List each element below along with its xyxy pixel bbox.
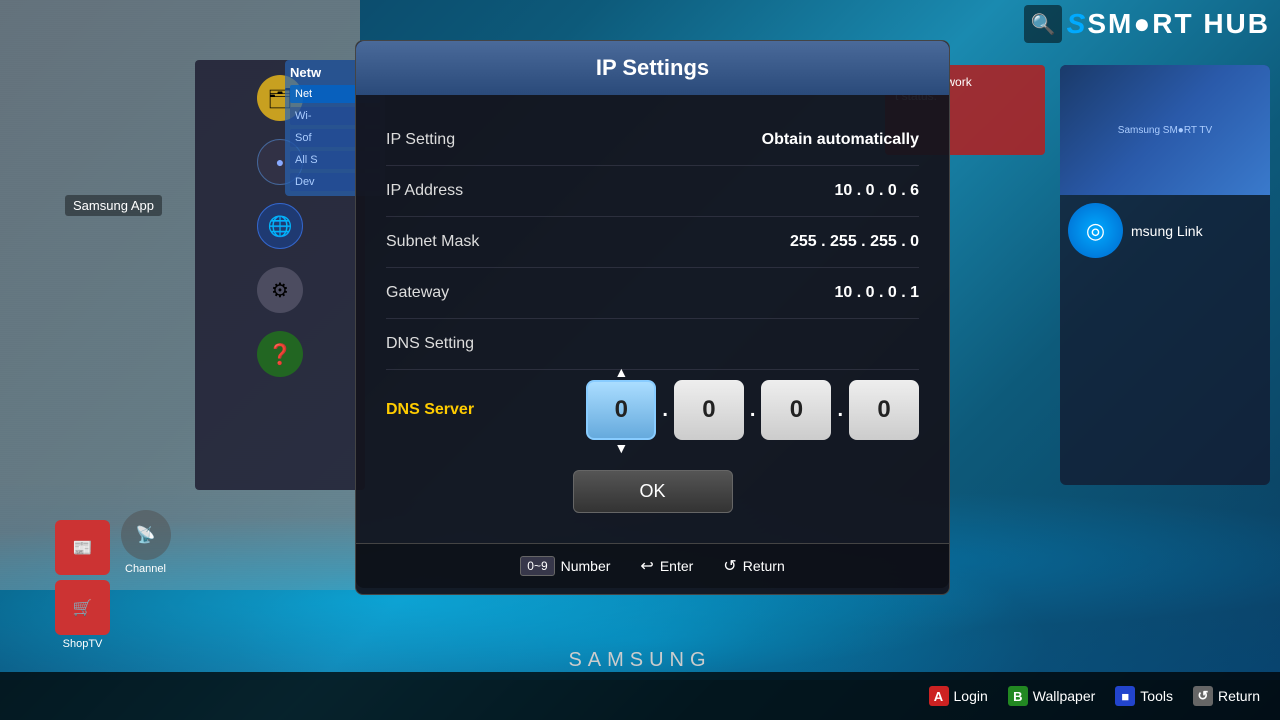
subnet-mask-row: Subnet Mask 255 . 255 . 255 . 0 xyxy=(386,217,919,268)
ok-button[interactable]: OK xyxy=(573,470,733,513)
subnet-mask-label: Subnet Mask xyxy=(386,233,479,251)
channel-app[interactable]: 📡 Channel xyxy=(118,510,173,575)
footer-enter: ↩ Enter xyxy=(640,556,693,576)
gateway-row: Gateway 10 . 0 . 0 . 1 xyxy=(386,268,919,319)
dns-dot-3: . xyxy=(837,399,843,422)
taskbar-tools[interactable]: ■ Tools xyxy=(1115,686,1173,706)
dns-arrow-down[interactable]: ▼ xyxy=(614,440,628,456)
samsung-apps-label: Samsung App xyxy=(65,195,162,216)
dns-inputs: ▲ 0 ▼ . 0 . 0 . 0 xyxy=(586,380,919,440)
modal-footer: 0~9 Number ↩ Enter ↺ Return xyxy=(356,543,949,588)
modal-title: IP Settings xyxy=(376,55,929,81)
sidebar-icon-help[interactable]: ❓ xyxy=(257,331,303,377)
shoptv-label: ShopTV xyxy=(63,638,103,650)
gateway-label: Gateway xyxy=(386,284,449,302)
samsung-brand: SAMSUNG xyxy=(568,649,711,672)
login-badge: A xyxy=(929,686,949,706)
samsung-link-label: msung Link xyxy=(1131,223,1203,239)
news-icon: 📰 xyxy=(55,520,110,575)
modal-header: IP Settings xyxy=(356,41,949,95)
wallpaper-label: Wallpaper xyxy=(1033,688,1096,704)
ip-address-label: IP Address xyxy=(386,182,463,200)
footer-number: 0~9 Number xyxy=(520,556,610,576)
enter-label: Enter xyxy=(660,558,693,574)
login-label: Login xyxy=(954,688,988,704)
dns-server-row: DNS Server ▲ 0 ▼ . 0 . 0 . 0 xyxy=(386,370,919,450)
app-row-1: 📰 📡 Channel xyxy=(55,510,173,575)
modal-body: IP Setting Obtain automatically IP Addre… xyxy=(356,95,949,533)
sidebar-icon-globe[interactable]: 🌐 xyxy=(257,203,303,249)
taskbar-login[interactable]: A Login xyxy=(929,686,988,706)
number-key-badge: 0~9 xyxy=(520,556,554,576)
taskbar-wallpaper[interactable]: B Wallpaper xyxy=(1008,686,1096,706)
app-icons-area: 📰 📡 Channel 🛒 ShopTV xyxy=(55,510,173,650)
dns-setting-row: DNS Setting xyxy=(386,319,919,370)
dns-input-4[interactable]: 0 xyxy=(849,380,919,440)
dns-arrow-up[interactable]: ▲ xyxy=(614,364,628,380)
samsung-link-icon: ◎ xyxy=(1068,203,1123,258)
return-taskbar-label: Return xyxy=(1218,688,1260,704)
wallpaper-badge: B xyxy=(1008,686,1028,706)
news-app[interactable]: 📰 xyxy=(55,520,110,575)
app-row-2: 🛒 ShopTV xyxy=(55,580,173,650)
shoptv-app[interactable]: 🛒 ShopTV xyxy=(55,580,110,650)
ip-setting-row: IP Setting Obtain automatically xyxy=(386,115,919,166)
ip-address-row: IP Address 10 . 0 . 0 . 6 xyxy=(386,166,919,217)
gateway-value: 10 . 0 . 0 . 1 xyxy=(835,284,920,302)
return-label: Return xyxy=(743,558,785,574)
dns-input-2[interactable]: 0 xyxy=(674,380,744,440)
channel-icon-circle: 📡 xyxy=(121,510,171,560)
return-badge: ↺ xyxy=(1193,686,1213,706)
taskbar: A Login B Wallpaper ■ Tools ↺ Return xyxy=(0,672,1280,720)
dns-input-1[interactable]: ▲ 0 ▼ xyxy=(586,380,656,440)
dns-input-3[interactable]: 0 xyxy=(761,380,831,440)
number-label: Number xyxy=(561,558,611,574)
shoptv-icon: 🛒 xyxy=(55,580,110,635)
enter-icon: ↩ xyxy=(640,556,653,576)
tools-label: Tools xyxy=(1140,688,1173,704)
taskbar-return[interactable]: ↺ Return xyxy=(1193,686,1260,706)
dns-server-label: DNS Server xyxy=(386,401,474,419)
samsung-link-image: Samsung SM●RT TV xyxy=(1060,65,1270,195)
return-icon: ↺ xyxy=(723,556,736,576)
samsung-link-bottom[interactable]: ◎ msung Link xyxy=(1060,195,1270,266)
subnet-mask-value: 255 . 255 . 255 . 0 xyxy=(790,233,919,251)
ip-setting-value: Obtain automatically xyxy=(762,131,919,149)
channel-label: Channel xyxy=(125,563,166,575)
channel-icon-container: 📡 xyxy=(118,510,173,560)
search-button[interactable]: 🔍 xyxy=(1024,5,1062,43)
samsung-link-panel: Samsung SM●RT TV ◎ msung Link xyxy=(1060,65,1270,485)
dns-dot-1: . xyxy=(662,399,668,422)
ip-settings-modal: IP Settings IP Setting Obtain automatica… xyxy=(355,40,950,595)
tools-badge: ■ xyxy=(1115,686,1135,706)
dns-setting-label: DNS Setting xyxy=(386,335,474,353)
footer-return: ↺ Return xyxy=(723,556,784,576)
ip-address-value: 10 . 0 . 0 . 6 xyxy=(835,182,920,200)
smart-hub-logo: SSM●RT HUB xyxy=(1067,8,1270,40)
dns-dot-2: . xyxy=(750,399,756,422)
ip-setting-label: IP Setting xyxy=(386,131,455,149)
sidebar-icon-settings[interactable]: ⚙ xyxy=(257,267,303,313)
